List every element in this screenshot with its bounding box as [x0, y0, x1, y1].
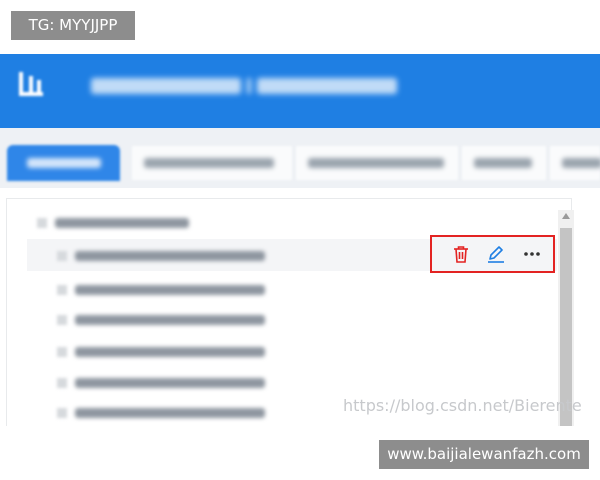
- tab-bar: [0, 128, 600, 188]
- site-overlay-badge: www.baijialewanfazh.com: [379, 440, 589, 469]
- app-header: [0, 54, 600, 128]
- more-dots-icon: [524, 252, 540, 256]
- tree-checkbox[interactable]: [57, 347, 67, 357]
- tg-overlay-badge: TG: MYYJJPP: [11, 11, 135, 40]
- pencil-icon: [488, 246, 504, 263]
- tree-node-label-blurred: [75, 315, 265, 325]
- tree-child-node[interactable]: [57, 375, 277, 391]
- tree-checkbox[interactable]: [37, 218, 47, 228]
- tree-child-node[interactable]: [57, 248, 277, 264]
- tree-node-label-blurred: [75, 347, 265, 357]
- tree-checkbox[interactable]: [57, 285, 67, 295]
- tree-node-label-blurred: [55, 218, 189, 228]
- scroll-up-arrow-icon[interactable]: [562, 213, 570, 219]
- source-watermark: https://blog.csdn.net/Bierente: [343, 396, 582, 415]
- tree-root-node[interactable]: [37, 215, 207, 231]
- tree-checkbox[interactable]: [57, 315, 67, 325]
- tree-child-node[interactable]: [57, 344, 277, 360]
- tree-node-label-blurred: [75, 285, 265, 295]
- tree-node-label-blurred: [75, 251, 265, 261]
- tab-5[interactable]: [550, 146, 600, 180]
- trash-icon: [454, 246, 468, 263]
- tree-child-node[interactable]: [57, 312, 277, 328]
- tree-checkbox[interactable]: [57, 378, 67, 388]
- more-button[interactable]: [522, 244, 542, 264]
- tab-2[interactable]: [132, 146, 292, 180]
- delete-button[interactable]: [451, 244, 471, 264]
- tab-active[interactable]: [7, 145, 120, 181]
- tab-3[interactable]: [296, 146, 458, 180]
- app-title-blurred: [91, 75, 421, 97]
- app-logo-icon: [19, 72, 43, 96]
- tree-node-label-blurred: [75, 378, 265, 388]
- tree-node-label-blurred: [75, 408, 265, 418]
- tree-checkbox[interactable]: [57, 408, 67, 418]
- row-actions-highlight: [430, 235, 555, 273]
- tree-checkbox[interactable]: [57, 251, 67, 261]
- tab-4[interactable]: [462, 146, 546, 180]
- tree-child-node[interactable]: [57, 282, 277, 298]
- edit-button[interactable]: [486, 244, 506, 264]
- tree-child-node[interactable]: [57, 405, 277, 421]
